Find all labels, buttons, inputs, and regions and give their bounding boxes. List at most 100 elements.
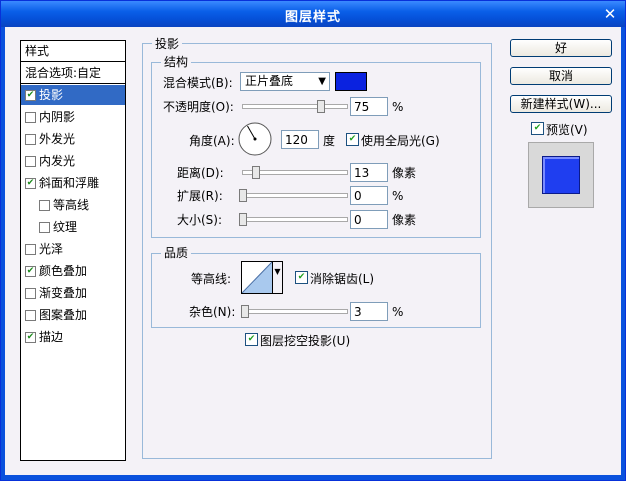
style-item-checkbox[interactable]: ✔	[25, 266, 36, 277]
contour-label: 等高线:	[191, 272, 232, 286]
style-item[interactable]: ✔ 描边	[21, 327, 125, 347]
angle-unit: 度	[323, 134, 336, 148]
style-item[interactable]: 内阴影	[21, 107, 125, 127]
style-item-label: 渐变叠加	[39, 286, 88, 300]
style-item[interactable]: 外发光	[21, 129, 125, 149]
spread-label: 扩展(R):	[177, 189, 223, 203]
style-item-checkbox[interactable]	[25, 288, 36, 299]
opacity-slider-track[interactable]	[242, 104, 348, 109]
style-item-label: 外发光	[39, 132, 76, 146]
style-item-checkbox[interactable]	[25, 310, 36, 321]
preview-checkbox[interactable]: ✔	[531, 122, 544, 135]
style-item-checkbox[interactable]	[25, 134, 36, 145]
style-item-label: 光泽	[39, 242, 64, 256]
style-item[interactable]: 等高线	[21, 195, 125, 215]
opacity-input[interactable]: 75	[350, 97, 388, 116]
shadow-color-swatch[interactable]	[335, 72, 367, 91]
checkmark-icon: ✔	[297, 272, 306, 282]
preview-thumbnail	[528, 142, 594, 208]
antialias-label: 消除锯齿(L)	[310, 272, 375, 286]
noise-slider-thumb[interactable]	[241, 305, 249, 318]
style-item-checkbox[interactable]	[25, 112, 36, 123]
new-style-button[interactable]: 新建样式(W)...	[510, 95, 612, 113]
style-item[interactable]: 纹理	[21, 217, 125, 237]
style-item[interactable]: ✔ 颜色叠加	[21, 261, 125, 281]
style-item-label: 斜面和浮雕	[39, 176, 100, 190]
global-light-checkbox[interactable]: ✔	[346, 133, 359, 146]
style-item[interactable]: 图案叠加	[21, 305, 125, 325]
style-item[interactable]: 光泽	[21, 239, 125, 259]
styles-list: 样式 混合选项:自定 ✔ 投影 内阴影 外发光 内发光 ✔ 斜面和浮雕 等高线 纹理 光泽 ✔ 颜色叠…	[20, 40, 126, 461]
spread-slider-track[interactable]	[242, 193, 348, 198]
size-slider-track[interactable]	[242, 217, 348, 222]
structure-group-title: 结构	[161, 55, 192, 69]
window-title: 图层样式	[284, 10, 341, 25]
style-item-checkbox[interactable]: ✔	[25, 332, 36, 343]
size-unit: 像素	[392, 213, 417, 227]
checkmark-icon: ✔	[247, 334, 256, 344]
spread-unit: %	[392, 189, 404, 203]
style-item-checkbox[interactable]	[39, 222, 50, 233]
size-input[interactable]: 0	[350, 210, 388, 229]
style-item-checkbox[interactable]: ✔	[25, 178, 36, 189]
noise-input[interactable]: 3	[350, 302, 388, 321]
spread-input[interactable]: 0	[350, 186, 388, 205]
angle-dial[interactable]	[238, 122, 272, 156]
style-item-checkbox[interactable]	[25, 156, 36, 167]
blend-mode-label: 混合模式(B):	[163, 76, 233, 90]
size-label: 大小(S):	[177, 213, 223, 227]
dialog-body: 样式 混合选项:自定 ✔ 投影 内阴影 外发光 内发光 ✔ 斜面和浮雕 等高线 纹理 光泽 ✔ 颜色叠…	[5, 27, 621, 475]
layer-style-dialog: 图层样式 ✕ 样式 混合选项:自定 ✔ 投影 内阴影 外发光 内发光 ✔ 斜面和浮雕 等高线纹…	[0, 0, 626, 481]
style-item-label: 投影	[39, 88, 64, 102]
contour-preview[interactable]	[241, 261, 273, 294]
angle-input[interactable]: 120	[281, 130, 319, 149]
style-item[interactable]: 内发光	[21, 151, 125, 171]
style-item-checkbox[interactable]: ✔	[25, 90, 36, 101]
style-item-label: 描边	[39, 330, 64, 344]
style-item-checkbox[interactable]	[25, 244, 36, 255]
contour-curve-icon	[242, 262, 272, 293]
style-item[interactable]: ✔ 斜面和浮雕	[21, 173, 125, 193]
size-slider-thumb[interactable]	[239, 213, 247, 226]
chevron-down-icon: ▼	[274, 267, 281, 276]
style-item-label: 颜色叠加	[39, 264, 88, 278]
styles-header[interactable]: 样式	[21, 41, 125, 62]
blend-options-label: 混合选项:自定	[25, 66, 102, 80]
style-item-label: 纹理	[53, 220, 78, 234]
antialias-checkbox[interactable]: ✔	[295, 271, 308, 284]
knockout-label: 图层挖空投影(U)	[260, 334, 351, 348]
checkmark-icon: ✔	[348, 134, 357, 144]
angle-label: 角度(A):	[189, 134, 235, 148]
title-bar: 图层样式 ✕	[1, 1, 625, 27]
styles-header-label: 样式	[25, 44, 50, 58]
style-item-label: 内阴影	[39, 110, 76, 124]
style-item-label: 等高线	[53, 198, 90, 212]
style-item-label: 图案叠加	[39, 308, 88, 322]
noise-label: 杂色(N):	[189, 305, 236, 319]
noise-slider-track[interactable]	[242, 309, 348, 314]
contour-dropdown-button[interactable]: ▼	[272, 261, 283, 294]
close-icon[interactable]: ✕	[601, 5, 619, 23]
style-item-checkbox[interactable]	[39, 200, 50, 211]
ok-button[interactable]: 好	[510, 39, 612, 57]
blend-mode-select[interactable]: 正片叠底 ▼	[240, 72, 330, 91]
style-item[interactable]: ✔ 投影	[21, 85, 125, 105]
opacity-slider-thumb[interactable]	[317, 100, 325, 113]
distance-input[interactable]: 13	[350, 163, 388, 182]
noise-unit: %	[392, 305, 404, 319]
style-item-label: 内发光	[39, 154, 76, 168]
blend-options-item[interactable]: 混合选项:自定	[21, 63, 125, 84]
distance-label: 距离(D):	[177, 166, 224, 180]
preview-label: 预览(V)	[546, 123, 588, 137]
checkmark-icon: ✔	[533, 123, 542, 133]
global-light-label: 使用全局光(G)	[361, 134, 440, 148]
quality-group-title: 品质	[161, 246, 192, 260]
cancel-button[interactable]: 取消	[510, 67, 612, 85]
opacity-unit: %	[392, 100, 404, 114]
blend-mode-value: 正片叠底	[245, 74, 294, 88]
style-item[interactable]: 渐变叠加	[21, 283, 125, 303]
spread-slider-thumb[interactable]	[239, 189, 247, 202]
knockout-checkbox[interactable]: ✔	[245, 333, 258, 346]
distance-slider-thumb[interactable]	[252, 166, 261, 179]
shadow-group-title: 投影	[152, 37, 183, 51]
